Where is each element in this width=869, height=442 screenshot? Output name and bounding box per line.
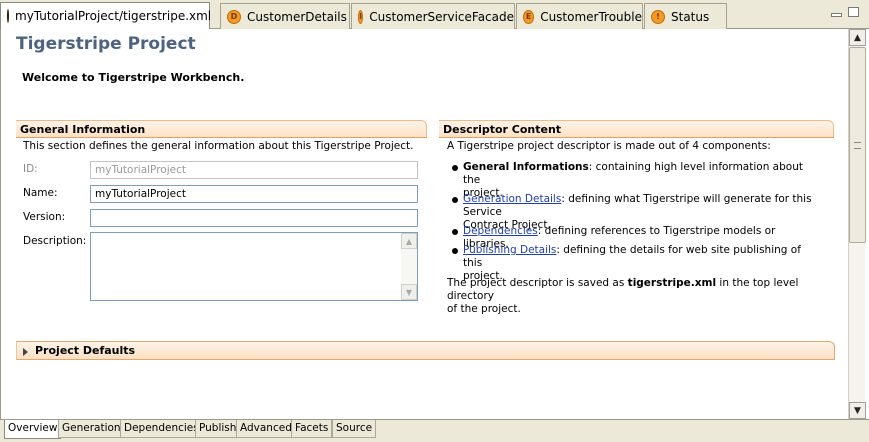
vertical-scrollbar[interactable]: ▲ ▼: [848, 29, 866, 419]
maximize-icon[interactable]: [848, 7, 859, 17]
tab-overview[interactable]: Overview: [4, 420, 62, 439]
bullet-icon: [452, 229, 458, 235]
tab-label: Status: [671, 9, 710, 24]
scroll-down-icon[interactable]: ▼: [849, 402, 866, 419]
name-field[interactable]: myTutorialProject: [90, 185, 418, 203]
project-icon: [7, 9, 9, 23]
general-information-description: This section defines the general informa…: [23, 140, 414, 152]
descriptor-intro: A Tigerstripe project descriptor is made…: [447, 140, 771, 152]
page-tabs: Overview Generation Dependencies Publish…: [0, 419, 869, 442]
dependencies-link[interactable]: Dependencies: [463, 225, 538, 237]
expand-triangle-icon[interactable]: [23, 348, 28, 356]
window-controls: [831, 7, 859, 17]
tab-dependencies[interactable]: Dependencies: [120, 420, 203, 438]
enumeration-icon: !: [651, 9, 665, 24]
scroll-up-icon[interactable]: ▲: [849, 29, 866, 46]
editor-area: Tigerstripe Project Welcome to Tigerstri…: [0, 29, 845, 419]
tab-label: myTutorialProject/tigerstripe.xml: [15, 9, 212, 23]
id-label: ID:: [23, 163, 38, 175]
version-field[interactable]: [90, 209, 418, 227]
version-label: Version:: [23, 211, 66, 223]
item-term: General Informations: [463, 161, 589, 173]
descriptor-footer: The project descriptor is saved as tiger…: [447, 277, 827, 316]
tab-tigerstripe-xml[interactable]: myTutorialProject/tigerstripe.xml ✕: [0, 2, 228, 29]
project-defaults-section[interactable]: Project Defaults: [16, 341, 835, 360]
editor-tab-bar: myTutorialProject/tigerstripe.xml ✕ D Cu…: [0, 0, 869, 29]
tab-customer-trouble[interactable]: E CustomerTrouble: [516, 3, 643, 29]
generation-details-link[interactable]: Generation Details: [463, 193, 561, 205]
footer-text-line2: of the project.: [447, 303, 521, 315]
textarea-scroll-track[interactable]: [401, 249, 417, 284]
project-defaults-label: Project Defaults: [35, 344, 136, 357]
bullet-icon: [452, 248, 458, 254]
minimize-icon[interactable]: [831, 13, 842, 17]
scroll-thumb[interactable]: [849, 47, 866, 243]
id-field: myTutorialProject: [90, 161, 418, 179]
bullet-icon: [452, 165, 458, 171]
entity-icon: E: [523, 9, 535, 24]
datatype-icon: D: [227, 9, 241, 24]
interface-icon: I: [358, 9, 364, 24]
scroll-up-icon[interactable]: ▲: [401, 233, 417, 249]
bullet-icon: [452, 197, 458, 203]
description-label: Description:: [23, 235, 87, 247]
footer-text: The project descriptor is saved as: [447, 277, 628, 289]
tab-source[interactable]: Source: [332, 420, 377, 438]
tab-label: CustomerServiceFacade: [369, 9, 514, 24]
tab-label: CustomerTrouble: [540, 9, 642, 24]
tab-advanced[interactable]: Advanced: [236, 420, 296, 438]
scroll-down-icon[interactable]: ▼: [401, 284, 417, 300]
tab-publish[interactable]: Publish: [195, 420, 241, 438]
page-title: Tigerstripe Project: [16, 34, 196, 54]
general-information-heading: General Information: [16, 120, 427, 138]
tab-generation[interactable]: Generation: [58, 420, 125, 438]
description-textarea[interactable]: ▲ ▼: [90, 232, 418, 301]
tab-customer-service-facade[interactable]: I CustomerServiceFacade: [351, 3, 515, 29]
footer-filename: tigerstripe.xml: [627, 277, 717, 289]
tab-customer-details[interactable]: D CustomerDetails: [220, 3, 350, 29]
name-label: Name:: [23, 187, 58, 199]
tab-facets[interactable]: Facets: [291, 420, 333, 438]
welcome-text: Welcome to Tigerstripe Workbench.: [22, 71, 245, 84]
tab-label: CustomerDetails: [247, 9, 347, 24]
tab-status[interactable]: ! Status: [644, 3, 727, 29]
publishing-details-link[interactable]: Publishing Details: [463, 244, 556, 256]
descriptor-content-heading: Descriptor Content: [439, 120, 834, 138]
